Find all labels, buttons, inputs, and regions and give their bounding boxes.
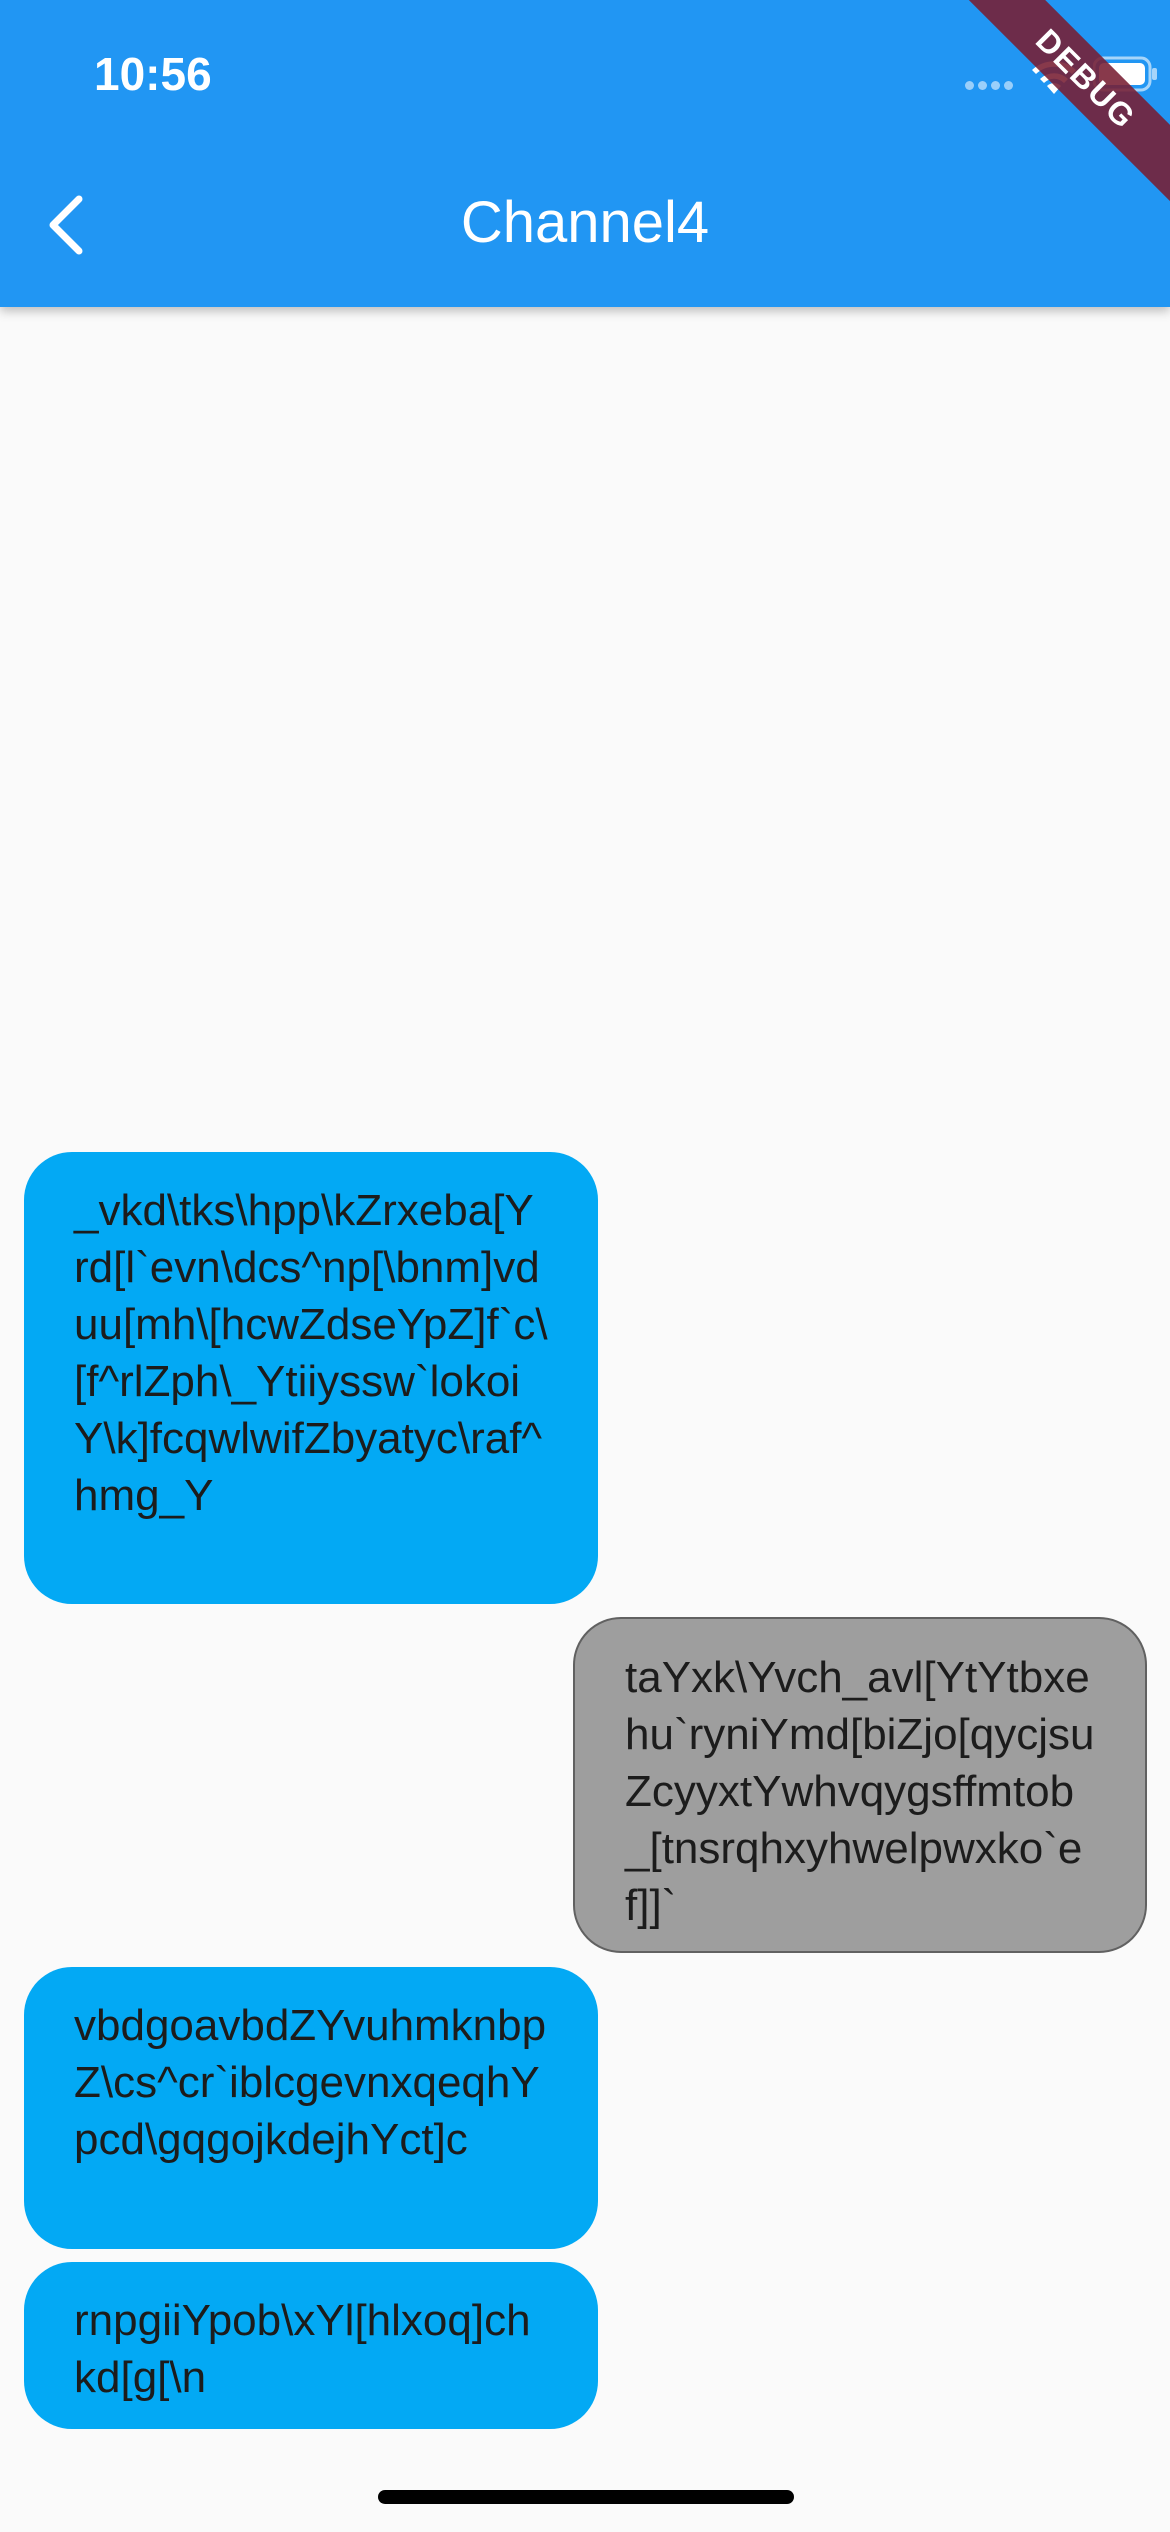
message-text: vbdgoavbdZYvuhmknbpZ\cs^cr`iblcgevnxqeqh… [74,2001,547,2164]
debug-label: DEBUG [960,0,1170,205]
debug-banner: DEBUG [950,0,1170,220]
message-bubble-incoming[interactable]: rnpgiiYpob\xYl[hlxoq]chkd[g[\n [24,2262,598,2429]
message-text: taYxk\Yvch_avl[YtYtbxehu`ryniYmd[biZjo[q… [625,1653,1095,1930]
message-bubble-incoming[interactable]: vbdgoavbdZYvuhmknbpZ\cs^cr`iblcgevnxqeqh… [24,1967,598,2249]
message-text: _vkd\tks\hpp\kZrxeba[Yrd[l`evn\dcs^np[\b… [74,1186,548,1520]
status-time: 10:56 [94,48,212,100]
message-bubble-incoming[interactable]: _vkd\tks\hpp\kZrxeba[Yrd[l`evn\dcs^np[\b… [24,1152,598,1604]
home-indicator[interactable] [378,2490,794,2504]
message-bubble-outgoing[interactable]: taYxk\Yvch_avl[YtYtbxehu`ryniYmd[biZjo[q… [573,1617,1147,1953]
message-text: rnpgiiYpob\xYl[hlxoq]chkd[g[\n [74,2296,531,2402]
chat-screen: 10:56 Channel4 DEBUG _vkd\tks\hpp\kZrxeb… [0,0,1170,2532]
